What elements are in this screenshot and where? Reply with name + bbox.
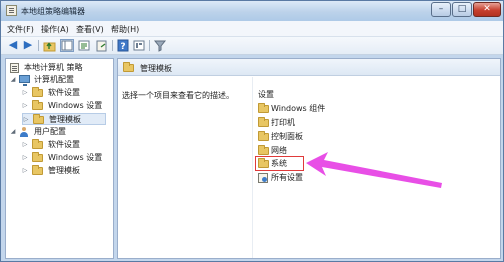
tree-item-user-software[interactable]: ▷ 软件设置 bbox=[22, 139, 112, 151]
list-view-icon[interactable] bbox=[77, 39, 91, 52]
up-folder-icon[interactable] bbox=[43, 39, 57, 52]
title-bar[interactable]: 本地组策略编辑器 – □ ✕ bbox=[1, 1, 503, 21]
tree-item-root[interactable]: 本地计算机 策略 bbox=[10, 62, 112, 74]
toolbar-separator bbox=[149, 40, 150, 51]
window-title: 本地组策略编辑器 bbox=[21, 7, 85, 16]
description-text: 选择一个项目来查看它的描述。 bbox=[122, 91, 234, 100]
tree-item-label: 管理模板 bbox=[49, 115, 81, 124]
column-header-settings[interactable]: 设置 bbox=[258, 89, 274, 100]
list-item-all-settings[interactable]: 所有设置 bbox=[258, 172, 348, 184]
collapse-arrow-icon[interactable]: ◢ bbox=[10, 74, 16, 86]
folder-icon bbox=[33, 114, 44, 124]
toolbar: ◀ ▶ ? bbox=[1, 37, 503, 55]
details-header-title: 管理模板 bbox=[140, 64, 172, 73]
tree-item-computer-admin-templates[interactable]: ▷ 管理模板 bbox=[22, 113, 106, 125]
policy-document-icon bbox=[10, 63, 19, 73]
menu-action[interactable]: 操作(A) bbox=[41, 24, 69, 35]
tree-item-label: 本地计算机 策略 bbox=[24, 63, 83, 72]
tree-item-label: 用户配置 bbox=[34, 127, 66, 136]
expand-arrow-icon[interactable]: ▷ bbox=[22, 152, 28, 164]
toolbar-separator bbox=[38, 40, 39, 51]
menu-bar: 文件(F) 操作(A) 查看(V) 帮助(H) bbox=[1, 21, 503, 37]
all-settings-icon bbox=[258, 173, 268, 183]
folder-icon bbox=[258, 117, 269, 127]
expand-arrow-icon[interactable]: ▷ bbox=[22, 100, 28, 112]
minimize-button[interactable]: – bbox=[431, 2, 451, 17]
highlight-box bbox=[255, 156, 304, 171]
help-icon[interactable]: ? bbox=[116, 39, 130, 52]
maximize-button[interactable]: □ bbox=[452, 2, 472, 17]
tree-item-user-admin-templates[interactable]: ▷ 管理模板 bbox=[22, 165, 112, 177]
tree-item-label: 管理模板 bbox=[48, 166, 80, 175]
toolbar-separator bbox=[112, 40, 113, 51]
list-item-label: 所有设置 bbox=[271, 173, 303, 182]
forward-arrow-icon[interactable]: ▶ bbox=[21, 39, 35, 52]
folder-icon bbox=[32, 152, 43, 162]
menu-file[interactable]: 文件(F) bbox=[7, 24, 34, 35]
folder-icon bbox=[32, 100, 43, 110]
tree-item-user-windows[interactable]: ▷ Windows 设置 bbox=[22, 152, 112, 164]
list-item-label: 打印机 bbox=[271, 118, 295, 127]
folder-icon bbox=[258, 145, 269, 155]
tree-item-label: Windows 设置 bbox=[48, 153, 103, 162]
folder-icon bbox=[32, 165, 43, 175]
filter-icon[interactable] bbox=[153, 39, 167, 52]
list-item-windows-components[interactable]: Windows 组件 bbox=[258, 103, 348, 115]
tree-item-user-config[interactable]: ◢ 用户配置 bbox=[10, 126, 112, 138]
close-button[interactable]: ✕ bbox=[473, 2, 501, 17]
computer-icon bbox=[19, 75, 30, 86]
details-header: 管理模板 bbox=[118, 59, 500, 76]
tree-item-label: 软件设置 bbox=[48, 88, 80, 97]
tree-item-label: 计算机配置 bbox=[34, 75, 74, 84]
policy-editor-icon bbox=[6, 5, 17, 16]
folder-icon bbox=[258, 103, 269, 113]
expand-arrow-icon[interactable]: ▷ bbox=[22, 139, 28, 151]
list-item-label: 控制面板 bbox=[271, 132, 303, 141]
tree-item-computer-software[interactable]: ▷ 软件设置 bbox=[22, 87, 112, 99]
tree-item-computer-config[interactable]: ◢ 计算机配置 bbox=[10, 74, 112, 86]
list-item-control-panel[interactable]: 控制面板 bbox=[258, 131, 348, 143]
column-divider bbox=[252, 77, 253, 258]
expand-arrow-icon[interactable]: ▷ bbox=[23, 114, 29, 126]
export-list-icon[interactable] bbox=[95, 39, 109, 52]
expand-arrow-icon[interactable]: ▷ bbox=[22, 87, 28, 99]
menu-help[interactable]: 帮助(H) bbox=[111, 24, 139, 35]
collapse-arrow-icon[interactable]: ◢ bbox=[10, 126, 16, 138]
back-arrow-icon[interactable]: ◀ bbox=[6, 39, 20, 52]
tree-item-label: 软件设置 bbox=[48, 140, 80, 149]
list-item-printers[interactable]: 打印机 bbox=[258, 117, 348, 129]
list-item-label: Windows 组件 bbox=[271, 104, 326, 113]
tree-item-label: Windows 设置 bbox=[48, 101, 103, 110]
user-icon bbox=[19, 127, 29, 137]
svg-text:?: ? bbox=[120, 42, 125, 52]
menu-view[interactable]: 查看(V) bbox=[76, 24, 104, 35]
folder-icon bbox=[123, 62, 134, 72]
folder-icon bbox=[32, 139, 43, 149]
tree-item-computer-windows[interactable]: ▷ Windows 设置 bbox=[22, 100, 112, 112]
show-tree-icon[interactable] bbox=[60, 39, 74, 52]
properties-icon[interactable] bbox=[132, 39, 146, 52]
folder-icon bbox=[32, 87, 43, 97]
tree-pane: 本地计算机 策略 ◢ 计算机配置 ▷ 软件设置 ▷ Windows 设置 ▷ 管… bbox=[5, 58, 114, 259]
window: 本地组策略编辑器 – □ ✕ 文件(F) 操作(A) 查看(V) 帮助(H) ◀… bbox=[0, 0, 504, 262]
folder-icon bbox=[258, 131, 269, 141]
expand-arrow-icon[interactable]: ▷ bbox=[22, 165, 28, 177]
details-pane: 管理模板 选择一个项目来查看它的描述。 设置 Windows 组件 打印机 控制… bbox=[117, 58, 501, 259]
